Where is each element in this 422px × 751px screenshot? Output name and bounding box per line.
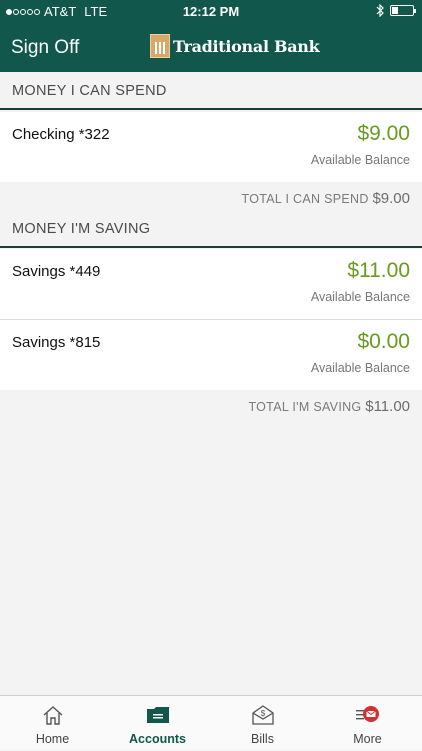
home-icon — [43, 706, 63, 725]
section-title: MONEY I CAN SPEND — [12, 83, 167, 99]
tab-label: Accounts — [129, 732, 186, 746]
account-row-savings-815[interactable]: Savings *815 $0.00 Available Balance — [0, 320, 422, 390]
battery-icon — [390, 5, 416, 16]
bank-logo: Traditional Bank — [150, 34, 320, 58]
account-name: Checking *322 — [12, 126, 110, 143]
tab-bills[interactable]: $ Bills — [210, 696, 315, 751]
more-icon — [356, 706, 379, 722]
section-header-spend: MONEY I CAN SPEND — [0, 72, 422, 110]
account-row-checking-322[interactable]: Checking *322 $9.00 Available Balance — [0, 112, 422, 182]
svg-text:$: $ — [261, 709, 266, 718]
tab-accounts[interactable]: Accounts — [105, 696, 210, 751]
tab-label: More — [353, 732, 382, 746]
tab-label: Bills — [251, 732, 274, 746]
total-row-saving: TOTAL I'M SAVING $11.00 — [0, 390, 422, 424]
tab-more[interactable]: More — [315, 696, 420, 751]
status-right — [376, 4, 416, 17]
section-header-saving: MONEY I'M SAVING — [0, 210, 422, 248]
section-title: MONEY I'M SAVING — [12, 221, 151, 237]
status-time: 12:12 PM — [182, 4, 240, 19]
total-amount: $9.00 — [372, 190, 410, 207]
status-bar: AT&T LTE 12:12 PM — [0, 0, 422, 22]
total-amount: $11.00 — [365, 398, 410, 415]
available-balance-label: Available Balance — [310, 290, 410, 304]
total-label: TOTAL I'M SAVING — [248, 400, 362, 414]
bank-name: Traditional Bank — [173, 36, 320, 56]
tab-label: Home — [35, 732, 70, 746]
sign-off-button[interactable]: Sign Off — [11, 37, 79, 59]
account-name: Savings *449 — [12, 263, 101, 280]
tab-home[interactable]: Home — [0, 696, 105, 751]
total-text: TOTAL I'M SAVING $11.00 — [248, 398, 410, 415]
account-amount: $9.00 — [357, 122, 410, 145]
accounts-icon — [147, 707, 169, 723]
available-balance-label: Available Balance — [310, 153, 410, 167]
bills-icon: $ — [252, 705, 274, 725]
bluetooth-icon — [376, 4, 384, 17]
tab-bar: Home Accounts $ Bills More — [0, 695, 422, 750]
app-header: AT&T LTE 12:12 PM Sign Off Traditional B… — [0, 0, 422, 72]
account-amount: $11.00 — [347, 259, 410, 282]
bank-logo-icon — [150, 34, 170, 58]
total-label: TOTAL I CAN SPEND — [241, 192, 369, 206]
available-balance-label: Available Balance — [310, 361, 410, 375]
total-text: TOTAL I CAN SPEND $9.00 — [242, 190, 410, 207]
account-amount: $0.00 — [357, 330, 410, 353]
account-row-savings-449[interactable]: Savings *449 $11.00 Available Balance — [0, 249, 422, 320]
account-name: Savings *815 — [12, 334, 101, 351]
